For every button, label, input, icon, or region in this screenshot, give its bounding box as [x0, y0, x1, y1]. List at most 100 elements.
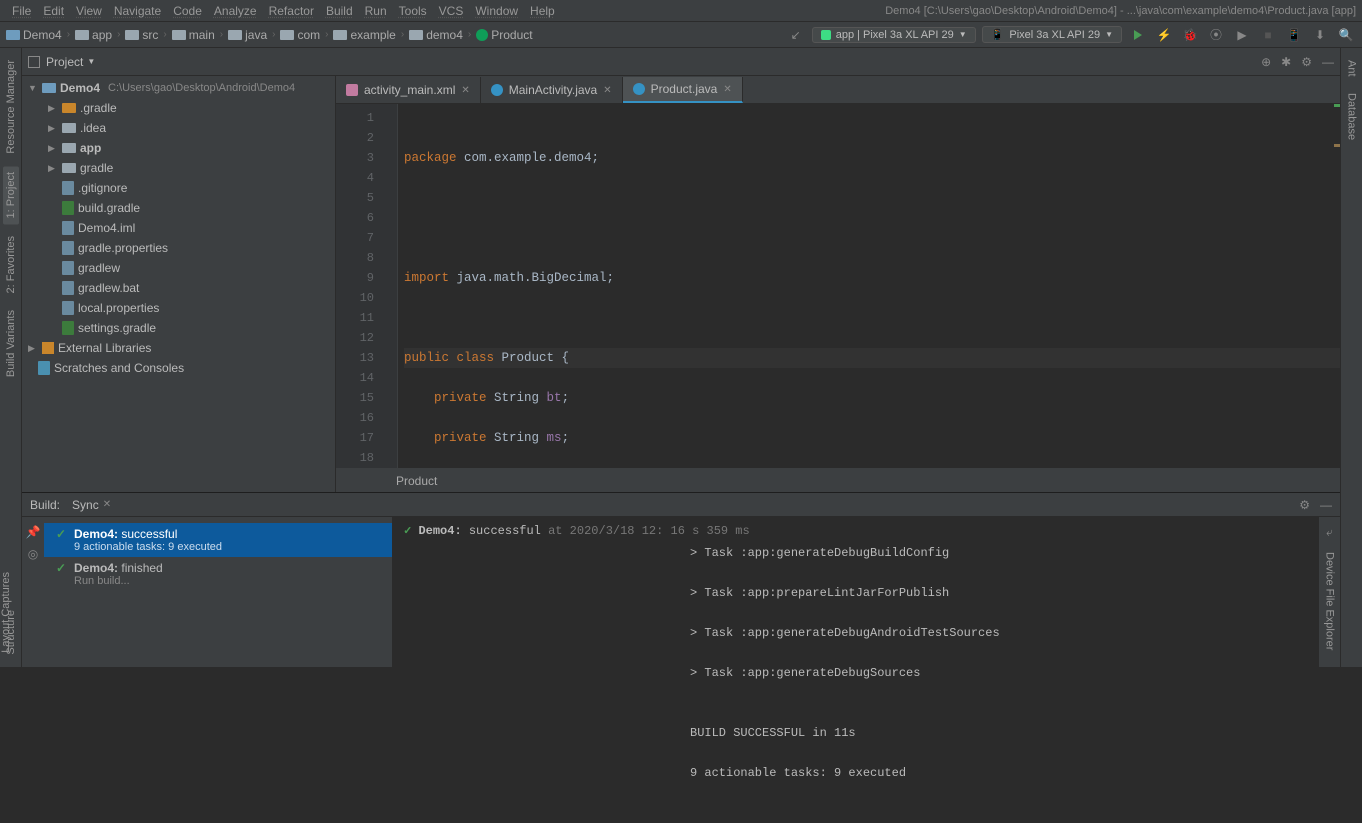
soft-wrap-icon[interactable]: ⤶: [1326, 525, 1333, 540]
menu-analyze[interactable]: Analyze: [208, 4, 263, 18]
target-icon[interactable]: ◎: [28, 547, 38, 561]
hide-button[interactable]: —: [1320, 498, 1332, 512]
menu-vcs[interactable]: VCS: [433, 4, 470, 18]
menu-file[interactable]: File: [6, 4, 37, 18]
navigation-bar: Demo4 › app › src › main › java › com › …: [0, 22, 1362, 48]
close-icon[interactable]: ✕: [603, 85, 611, 96]
editor-breadcrumb[interactable]: Product: [336, 468, 1340, 492]
tree-item[interactable]: local.properties: [22, 298, 335, 318]
build-output[interactable]: Demo4: successful at 2020/3/18 12: 16 s …: [392, 517, 1318, 667]
breadcrumb-java[interactable]: java: [228, 28, 267, 42]
tab-layout-captures[interactable]: Layout Captures: [0, 568, 12, 657]
device-selector[interactable]: 📱 Pixel 3a XL API 29▼: [982, 26, 1122, 43]
profile-button[interactable]: ⦿: [1206, 25, 1226, 45]
pin-icon[interactable]: 📌: [26, 525, 41, 539]
breadcrumb-example[interactable]: example: [333, 28, 395, 42]
project-icon: [6, 30, 20, 40]
expand-button[interactable]: ✱: [1281, 55, 1291, 69]
tree-item[interactable]: gradlew: [22, 258, 335, 278]
menu-build[interactable]: Build: [320, 4, 359, 18]
avd-manager-button[interactable]: 📱: [1284, 25, 1304, 45]
build-history-list[interactable]: Demo4: successful 9 actionable tasks: 9 …: [44, 517, 392, 667]
debug-button[interactable]: 🐞: [1180, 25, 1200, 45]
tab-favorites[interactable]: 2: Favorites: [5, 232, 17, 297]
android-icon: [821, 30, 831, 40]
tree-item[interactable]: ▶gradle: [22, 158, 335, 178]
tree-item[interactable]: gradle.properties: [22, 238, 335, 258]
file-icon: [62, 221, 74, 235]
java-icon: [633, 83, 645, 95]
sync-project-button[interactable]: ↙: [786, 25, 806, 45]
editor-tab-main-activity[interactable]: MainActivity.java✕: [481, 77, 623, 103]
menu-help[interactable]: Help: [524, 4, 561, 18]
tab-database[interactable]: Database: [1346, 89, 1358, 144]
breadcrumb-com[interactable]: com: [280, 28, 320, 42]
run-config-selector[interactable]: app | Pixel 3a XL API 29▼: [812, 27, 976, 43]
menu-edit[interactable]: Edit: [37, 4, 70, 18]
tab-build-variants[interactable]: Build Variants: [5, 306, 17, 381]
sdk-manager-button[interactable]: ⬇: [1310, 25, 1330, 45]
breadcrumb-app[interactable]: app: [75, 28, 112, 42]
tree-item[interactable]: gradlew.bat: [22, 278, 335, 298]
tab-ant[interactable]: Ant: [1346, 56, 1358, 81]
settings-gear-icon[interactable]: ⚙: [1299, 498, 1310, 512]
settings-gear-icon[interactable]: ⚙: [1301, 55, 1312, 69]
tab-resource-manager[interactable]: Resource Manager: [5, 56, 17, 158]
class-icon: [476, 29, 488, 41]
locate-button[interactable]: ⊕: [1261, 55, 1271, 69]
tab-project[interactable]: 1: Project: [3, 166, 19, 224]
tab-device-file-explorer[interactable]: Device File Explorer: [1324, 548, 1336, 654]
fold-gutter[interactable]: [384, 104, 398, 468]
menu-run[interactable]: Run: [359, 4, 393, 18]
tree-root[interactable]: ▼ Demo4C:\Users\gao\Desktop\Android\Demo…: [22, 78, 335, 98]
breadcrumb-main[interactable]: main: [172, 28, 215, 42]
tree-item[interactable]: build.gradle: [22, 198, 335, 218]
menu-view[interactable]: View: [70, 4, 108, 18]
apply-changes-button[interactable]: ⚡: [1154, 25, 1174, 45]
tree-item[interactable]: settings.gradle: [22, 318, 335, 338]
breadcrumb-demo4[interactable]: demo4: [409, 28, 463, 42]
menu-window[interactable]: Window: [469, 4, 524, 18]
breadcrumb-class[interactable]: Product: [476, 28, 532, 42]
right-tool-gutter: Ant Database: [1340, 48, 1362, 667]
build-sync-tab[interactable]: Sync ✕: [72, 498, 111, 512]
run-button[interactable]: [1128, 25, 1148, 45]
project-tree[interactable]: ▼ Demo4C:\Users\gao\Desktop\Android\Demo…: [22, 76, 336, 492]
editor-tab-product[interactable]: Product.java✕: [623, 77, 743, 103]
build-list-item[interactable]: Demo4: successful 9 actionable tasks: 9 …: [44, 523, 392, 557]
breadcrumb-root[interactable]: Demo4: [6, 28, 62, 42]
menu-tools[interactable]: Tools: [393, 4, 433, 18]
editor-tab-activity-main[interactable]: activity_main.xml✕: [336, 77, 481, 103]
hide-button[interactable]: —: [1322, 55, 1334, 69]
attach-button[interactable]: ▶: [1232, 25, 1252, 45]
play-icon: [1134, 30, 1142, 40]
close-icon[interactable]: ✕: [461, 85, 469, 96]
line-gutter: 12345678910111213141516171819: [336, 104, 384, 468]
tree-item[interactable]: .gitignore: [22, 178, 335, 198]
code-content[interactable]: package com.example.demo4; import java.m…: [398, 104, 1340, 468]
menu-code[interactable]: Code: [167, 4, 208, 18]
tree-item[interactable]: ▶app: [22, 138, 335, 158]
build-list-item[interactable]: Demo4: finished Run build...: [44, 557, 392, 591]
editor-minimap[interactable]: [1334, 104, 1340, 468]
file-icon: [62, 181, 74, 195]
tree-item[interactable]: ▶.gradle: [22, 98, 335, 118]
folder-icon: [333, 30, 347, 40]
stop-button[interactable]: ■: [1258, 25, 1278, 45]
search-everywhere-button[interactable]: 🔍: [1336, 25, 1356, 45]
code-editor[interactable]: 12345678910111213141516171819 package co…: [336, 104, 1340, 468]
folder-icon: [228, 30, 242, 40]
menu-refactor[interactable]: Refactor: [263, 4, 320, 18]
folder-icon: [280, 30, 294, 40]
project-view-selector[interactable]: Project ▼: [46, 55, 95, 69]
folder-icon: [409, 30, 423, 40]
menu-navigate[interactable]: Navigate: [108, 4, 167, 18]
project-scope-icon: [28, 56, 40, 68]
tree-item[interactable]: Demo4.iml: [22, 218, 335, 238]
tree-item[interactable]: ▶.idea: [22, 118, 335, 138]
window-title: Demo4 [C:\Users\gao\Desktop\Android\Demo…: [885, 5, 1356, 17]
breadcrumb-src[interactable]: src: [125, 28, 158, 42]
close-icon[interactable]: ✕: [723, 84, 731, 95]
tree-ext-libs[interactable]: ▶External Libraries: [22, 338, 335, 358]
tree-scratches[interactable]: Scratches and Consoles: [22, 358, 335, 378]
